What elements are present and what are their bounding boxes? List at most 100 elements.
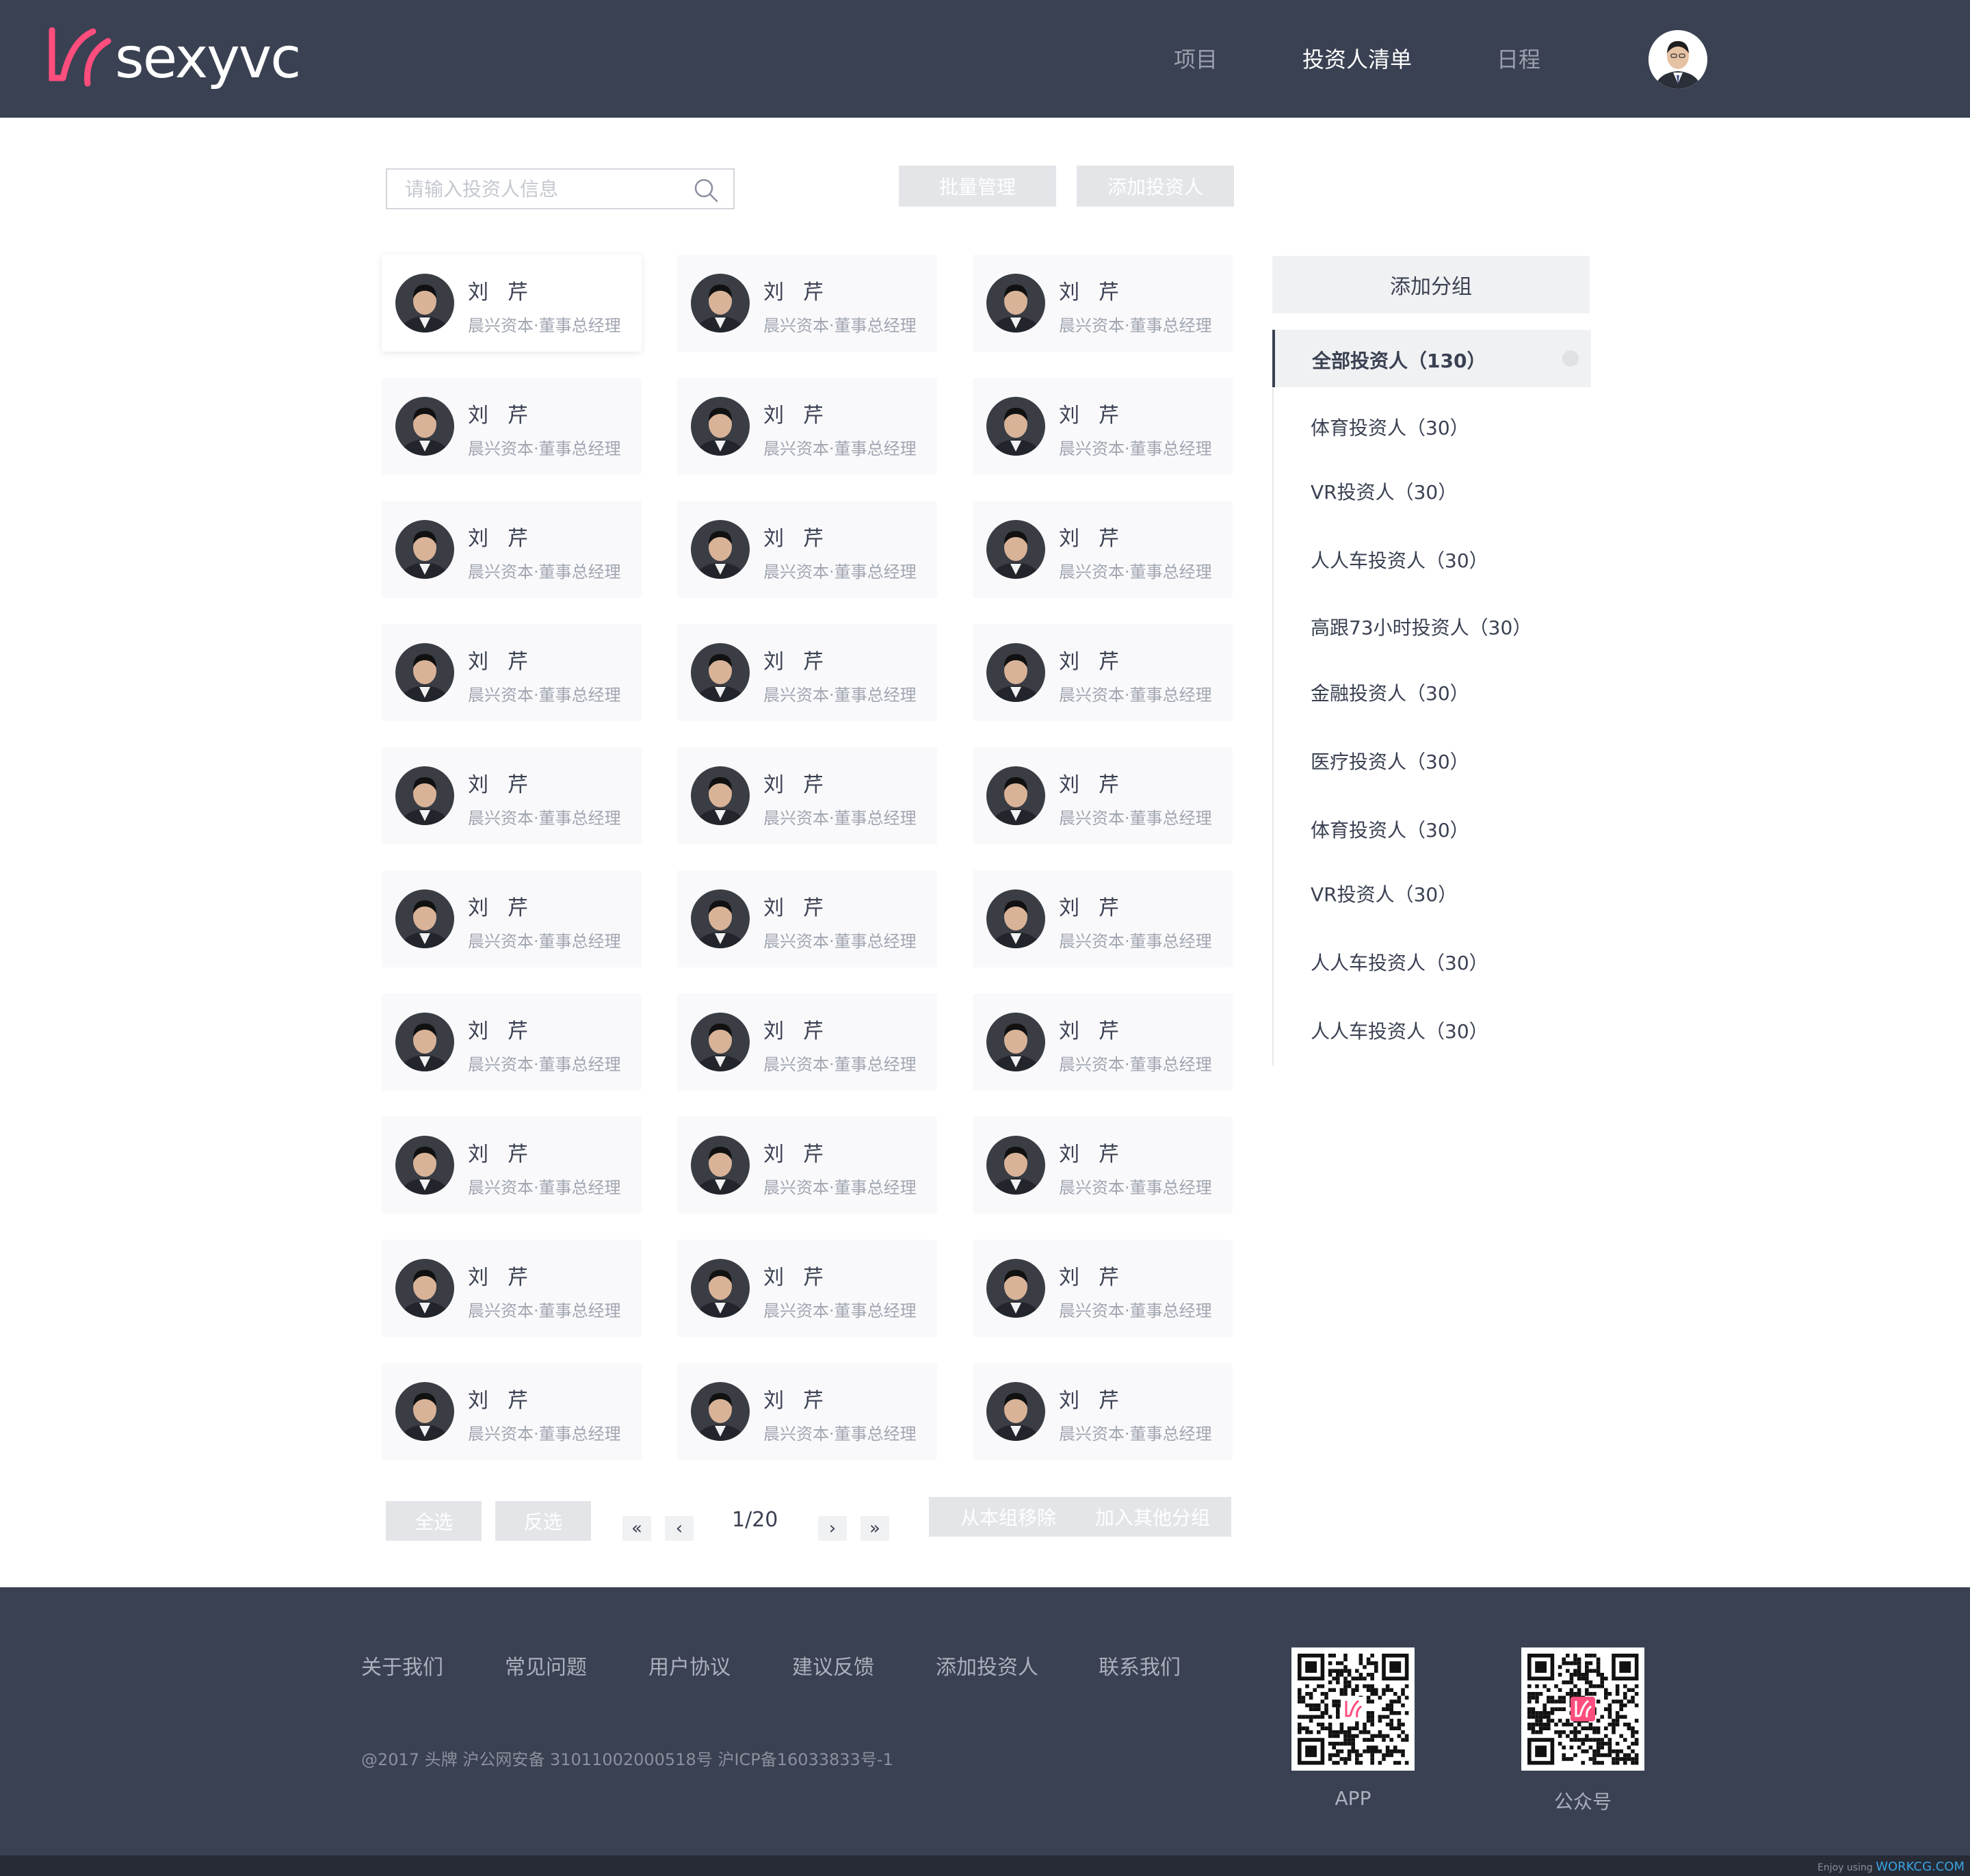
investor-card[interactable]: 刘芹晨兴资本·董事总经理: [973, 747, 1233, 844]
investor-card[interactable]: 刘芹 晨兴资本·董事总经理: [382, 1363, 642, 1460]
investor-title: 晨兴资本·董事总经理: [763, 1301, 917, 1320]
footer-link-terms[interactable]: 用户协议: [648, 1650, 731, 1680]
group-item[interactable]: 金融投资人（30）: [1274, 662, 1591, 720]
group-item[interactable]: 体育投资人（30）: [1274, 799, 1591, 857]
next-page-button[interactable]: ›: [818, 1516, 847, 1541]
group-label: 体育投资人（30）: [1311, 819, 1469, 842]
investor-title: 晨兴资本·董事总经理: [468, 1178, 621, 1197]
investor-title: 晨兴资本·董事总经理: [1059, 809, 1212, 828]
investor-card[interactable]: 刘芹 晨兴资本·董事总经理: [382, 1117, 642, 1214]
investor-card[interactable]: 刘芹 晨兴资本·董事总经理: [973, 1117, 1233, 1214]
investor-card[interactable]: 刘芹 晨兴资本·董事总经理: [973, 1240, 1233, 1337]
investor-card[interactable]: 刘芹 晨兴资本·董事总经理: [677, 501, 937, 598]
investor-avatar: [986, 1382, 1045, 1441]
footer-link-about[interactable]: 关于我们: [361, 1650, 443, 1680]
invert-selection-button[interactable]: 反选: [495, 1501, 591, 1541]
group-item[interactable]: 高跟73小时投资人（30）: [1274, 597, 1591, 654]
investor-card[interactable]: 刘芹 晨兴资本·董事总经理: [973, 378, 1233, 475]
user-avatar[interactable]: [1649, 30, 1707, 89]
group-item[interactable]: 体育投资人（30）: [1274, 397, 1591, 454]
investor-card[interactable]: 刘芹 晨兴资本·董事总经理: [973, 870, 1233, 967]
investor-title: 晨兴资本·董事总经理: [468, 932, 621, 951]
investor-card[interactable]: 刘芹 晨兴资本·董事总经理: [973, 1363, 1233, 1460]
footer-link-faq[interactable]: 常见问题: [505, 1650, 587, 1680]
investor-name: 刘芹: [1059, 1389, 1138, 1413]
investor-avatar: [986, 274, 1045, 333]
investor-portrait-icon: [986, 889, 1045, 948]
select-all-button[interactable]: 全选: [386, 1501, 482, 1541]
add-investor-button[interactable]: 添加投资人: [1077, 166, 1234, 207]
investor-avatar: [395, 520, 454, 579]
investor-title: 晨兴资本·董事总经理: [1059, 439, 1212, 458]
group-item[interactable]: 医疗投资人（30）: [1274, 731, 1591, 788]
investor-card[interactable]: 刘芹 晨兴资本·董事总经理: [382, 501, 642, 598]
investor-card[interactable]: 刘芹 晨兴资本·董事总经理: [677, 1240, 937, 1337]
search-input[interactable]: [387, 170, 688, 208]
logo-mark-icon: [49, 27, 111, 87]
remove-from-group-button[interactable]: 从本组移除: [929, 1497, 1088, 1537]
investor-portrait-icon: [986, 766, 1045, 825]
add-to-other-group-button[interactable]: 加入其他分组: [1074, 1497, 1231, 1537]
investor-card[interactable]: 刘芹 晨兴资本·董事总经理: [677, 255, 937, 352]
group-item[interactable]: 人人车投资人（30）: [1274, 932, 1591, 989]
investor-card[interactable]: 刘芹 晨兴资本·董事总经理: [677, 624, 937, 721]
batch-manage-button[interactable]: 批量管理: [899, 166, 1056, 207]
last-page-button[interactable]: »: [861, 1516, 889, 1541]
investor-card[interactable]: 刘芹 晨兴资本·董事总经理: [382, 624, 642, 721]
investor-card[interactable]: 刘芹 晨兴资本·董事总经理: [973, 993, 1233, 1091]
investor-card[interactable]: 刘芹 晨兴资本·董事总经理: [677, 378, 937, 475]
group-label: 高跟73小时投资人（30）: [1311, 616, 1532, 639]
investor-card[interactable]: 刘芹 晨兴资本·董事总经理: [382, 870, 642, 967]
group-item[interactable]: VR投资人（30）: [1274, 863, 1591, 921]
investor-card[interactable]: 刘芹 晨兴资本·董事总经理: [973, 255, 1233, 352]
investor-avatar: [986, 520, 1045, 579]
group-list: 全部投资人（130） 体育投资人（30） VR投资人（30） 人人车投资人（30） 高跟…: [1272, 330, 1591, 1066]
investor-title: 晨兴资本·董事总经理: [468, 439, 621, 458]
group-item[interactable]: 人人车投资人（30）: [1274, 1000, 1591, 1058]
investor-title: 晨兴资本·董事总经理: [763, 932, 917, 951]
investor-card[interactable]: 刘芹 晨兴资本·董事总经理: [973, 501, 1233, 598]
investor-card[interactable]: 刘芹 晨兴资本·董事总经理: [382, 255, 642, 352]
logo[interactable]: sexyvc: [45, 27, 301, 90]
footer-link-contact[interactable]: 联系我们: [1099, 1650, 1181, 1680]
investor-card[interactable]: 刘芹 晨兴资本·董事总经理: [677, 1117, 937, 1214]
credit-site[interactable]: WORKCG.COM: [1876, 1860, 1965, 1874]
investor-avatar: [986, 1013, 1045, 1071]
investor-name: 刘芹: [1059, 527, 1138, 551]
footer-link-feedback[interactable]: 建议反馈: [792, 1650, 874, 1680]
investor-card[interactable]: 刘芹 晨兴资本·董事总经理: [677, 1363, 937, 1460]
first-page-button[interactable]: «: [622, 1516, 651, 1541]
search-icon[interactable]: [692, 177, 720, 204]
investor-card[interactable]: 刘芹 晨兴资本·董事总经理: [677, 747, 937, 844]
investor-card[interactable]: 刘芹 晨兴资本·董事总经理: [677, 870, 937, 967]
investor-avatar: [691, 520, 750, 579]
investor-portrait-icon: [395, 1382, 454, 1441]
investor-avatar: [395, 274, 454, 333]
nav-item-schedule[interactable]: 日程: [1497, 42, 1540, 74]
investor-card[interactable]: 刘芹 晨兴资本·董事总经理: [382, 993, 642, 1091]
group-item[interactable]: 人人车投资人（30）: [1274, 530, 1591, 587]
nav-item-projects[interactable]: 项目: [1174, 42, 1218, 74]
investor-name: 刘芹: [1059, 1266, 1138, 1290]
nav-item-investor-list[interactable]: 投资人清单: [1302, 42, 1412, 74]
investor-card[interactable]: 刘芹 晨兴资本·董事总经理: [973, 624, 1233, 721]
investor-card[interactable]: 刘芹 晨兴资本·董事总经理: [382, 747, 642, 844]
prev-page-button[interactable]: ‹: [665, 1516, 694, 1541]
add-group-button[interactable]: 添加分组: [1272, 256, 1590, 313]
group-label: 体育投资人（30）: [1311, 417, 1469, 439]
investor-portrait-icon: [986, 643, 1045, 702]
investor-avatar: [986, 1136, 1045, 1195]
investor-title: 晨兴资本·董事总经理: [763, 439, 917, 458]
investor-portrait-icon: [691, 1382, 750, 1441]
investor-card[interactable]: 刘芹 晨兴资本·董事总经理: [382, 378, 642, 475]
group-item[interactable]: VR投资人（30）: [1274, 461, 1591, 519]
investor-title: 晨兴资本·董事总经理: [468, 1055, 621, 1074]
investor-name: 刘芹: [1059, 773, 1138, 797]
investor-card[interactable]: 刘芹 晨兴资本·董事总经理: [382, 1240, 642, 1337]
investor-portrait-icon: [986, 1013, 1045, 1071]
group-item[interactable]: 全部投资人（130）: [1272, 330, 1591, 387]
footer-link-add-investor[interactable]: 添加投资人: [936, 1650, 1038, 1680]
investor-card[interactable]: 刘芹 晨兴资本·董事总经理: [677, 993, 937, 1091]
investor-avatar: [395, 1013, 454, 1071]
qr-code-icon: [1298, 1654, 1409, 1765]
